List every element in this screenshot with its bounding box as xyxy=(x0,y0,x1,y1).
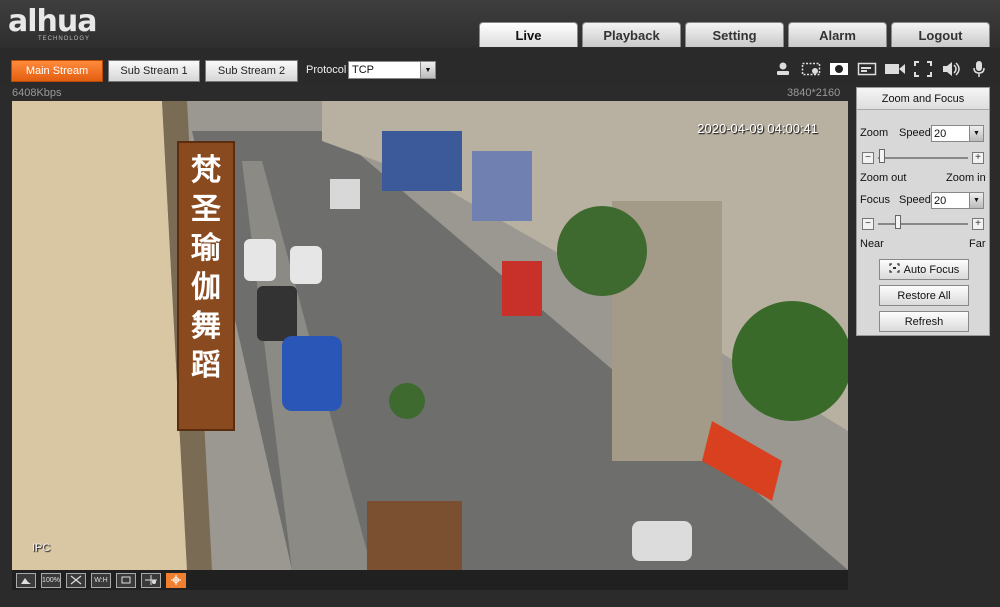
snapshot-icon[interactable] xyxy=(828,60,850,78)
sub-stream-1-button[interactable]: Sub Stream 1 xyxy=(108,60,200,82)
zoom-in-label: Zoom in xyxy=(946,172,986,184)
zoom-slider[interactable]: − + xyxy=(862,149,984,164)
brand-name: alhua xyxy=(8,4,97,39)
protocol-select[interactable]: TCP ▼ xyxy=(348,61,436,79)
focus-label: Focus xyxy=(860,194,890,206)
video-control-bar: 100% W:H xyxy=(12,570,848,590)
zoom-out-label: Zoom out xyxy=(860,172,907,184)
zoom-track xyxy=(878,157,968,159)
chevron-down-icon: ▼ xyxy=(969,193,983,208)
width-height-icon[interactable]: W:H xyxy=(91,572,111,588)
zoom-focus-panel: Zoom and Focus Zoom Speed 20 ▼ − + Zoom … xyxy=(856,87,990,336)
protocol-value: TCP xyxy=(352,64,374,76)
image-adjust-icon[interactable] xyxy=(16,572,36,588)
zoom-thumb[interactable] xyxy=(879,149,885,163)
fisheye-icon[interactable] xyxy=(166,572,186,588)
focus-slider[interactable]: − + xyxy=(862,215,984,230)
tab-logout[interactable]: Logout xyxy=(891,22,990,47)
sub-stream-2-button[interactable]: Sub Stream 2 xyxy=(205,60,298,82)
focus-near-button[interactable]: − xyxy=(862,218,874,230)
zoom-in-button[interactable]: + xyxy=(972,152,984,164)
chevron-down-icon: ▼ xyxy=(420,62,435,78)
live-video[interactable]: 梵 圣 瑜 伽 舞 蹈 2020-04-09 04:00:41 IPC xyxy=(12,101,848,570)
restore-all-button[interactable]: Restore All xyxy=(879,285,969,306)
chevron-down-icon: ▼ xyxy=(969,126,983,141)
focus-frame-icon xyxy=(889,263,900,276)
live-tool-icons xyxy=(772,60,990,78)
card-icon[interactable] xyxy=(856,60,878,78)
fit-icon[interactable] xyxy=(66,572,86,588)
focus-thumb[interactable] xyxy=(895,215,901,229)
resolution-readout: 3840*2160 xyxy=(787,87,841,99)
bitrate-readout: 6408Kbps xyxy=(12,87,62,99)
main-stream-button[interactable]: Main Stream xyxy=(11,60,103,82)
video-frame xyxy=(12,101,848,570)
protocol-label: Protocol xyxy=(306,64,347,76)
near-label: Near xyxy=(860,238,884,250)
zoom-speed-select[interactable]: 20 ▼ xyxy=(931,125,984,142)
ptz-icon[interactable] xyxy=(141,572,161,588)
speaker-icon[interactable] xyxy=(940,60,962,78)
fullscreen-icon[interactable] xyxy=(912,60,934,78)
header: alhua TECHNOLOGY Live Playback Setting A… xyxy=(0,0,1000,48)
tab-playback[interactable]: Playback xyxy=(582,22,681,47)
video-osd-label: IPC xyxy=(32,542,51,554)
refresh-button[interactable]: Refresh xyxy=(879,311,969,332)
main-nav: Live Playback Setting Alarm Logout xyxy=(479,22,990,47)
zoom-out-button[interactable]: − xyxy=(862,152,874,164)
person-icon[interactable] xyxy=(772,60,794,78)
tab-setting[interactable]: Setting xyxy=(685,22,784,47)
zoom-label: Zoom xyxy=(860,127,889,139)
focus-speed-label: Speed xyxy=(899,194,931,206)
panel-title: Zoom and Focus xyxy=(857,88,989,110)
focus-track xyxy=(878,223,968,225)
zoom-speed-label: Speed xyxy=(899,127,931,139)
region-icon[interactable] xyxy=(800,60,822,78)
record-icon[interactable] xyxy=(884,60,906,78)
brand-logo: alhua TECHNOLOGY xyxy=(8,4,97,43)
brand-tagline: TECHNOLOGY xyxy=(38,36,91,42)
video-timestamp: 2020-04-09 04:00:41 xyxy=(697,121,818,136)
microphone-icon[interactable] xyxy=(968,60,990,78)
auto-focus-button[interactable]: Auto Focus xyxy=(879,259,969,280)
zoom-icon[interactable] xyxy=(116,572,136,588)
far-label: Far xyxy=(969,238,986,250)
focus-speed-select[interactable]: 20 ▼ xyxy=(931,192,984,209)
tab-live[interactable]: Live xyxy=(479,22,578,47)
tab-alarm[interactable]: Alarm xyxy=(788,22,887,47)
original-size-icon[interactable]: 100% xyxy=(41,572,61,588)
street-sign: 梵 圣 瑜 伽 舞 蹈 xyxy=(177,141,235,431)
stream-toolbar: Main Stream Sub Stream 1 Sub Stream 2 Pr… xyxy=(0,48,1000,84)
focus-far-button[interactable]: + xyxy=(972,218,984,230)
